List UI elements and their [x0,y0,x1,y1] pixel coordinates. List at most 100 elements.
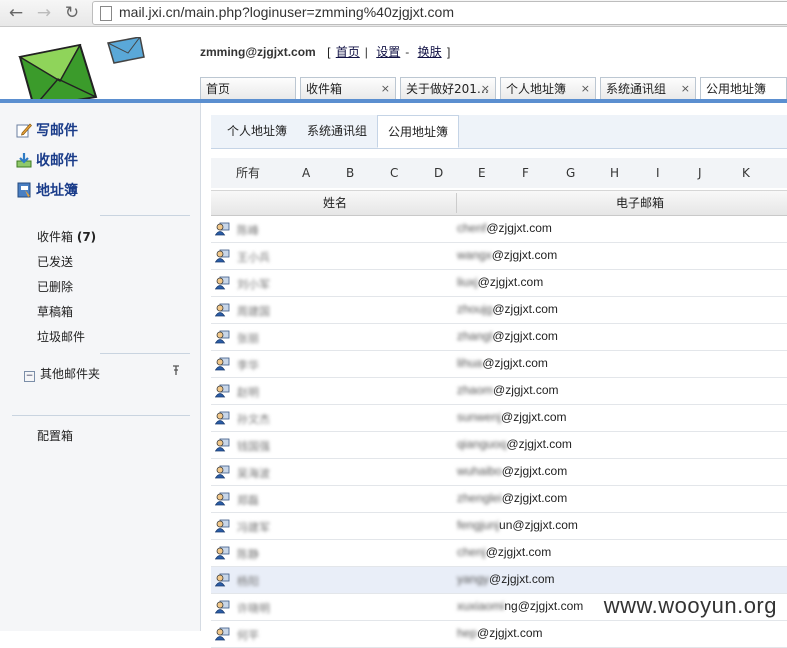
addressbook-button[interactable]: 地址簿 [16,181,78,201]
filter-e[interactable]: E [478,158,486,188]
table-row[interactable]: 王小兵 wangx@zjgjxt.com [211,243,787,270]
folder-deleted[interactable]: 已删除 [37,278,73,295]
filter-c[interactable]: C [390,158,398,188]
table-row[interactable]: 何平 hep@zjgjxt.com [211,621,787,648]
forward-icon[interactable]: → [34,3,54,23]
table-row[interactable]: 冯建军 fengjunjun@zjgjxt.com [211,513,787,540]
settings-link[interactable]: 设置 [376,45,400,59]
close-icon[interactable]: × [681,78,690,100]
contact-email[interactable]: zhoujg@zjgjxt.com [457,302,558,316]
subtab-public[interactable]: 公用地址簿 [377,115,460,148]
email-domain: @zjgjxt.com [493,383,559,397]
close-icon[interactable]: × [481,78,490,100]
filter-a[interactable]: A [302,158,310,188]
contact-email[interactable]: yangy@zjgjxt.com [457,572,555,586]
contact-email[interactable]: chenf@zjgjxt.com [457,221,552,235]
receive-button[interactable]: 收邮件 [16,151,78,171]
tab-system-groups[interactable]: 系统通讯组 × [600,77,696,99]
tab-public-addressbook[interactable]: 公用地址簿 [700,77,787,99]
contact-email[interactable]: xuxiaoming@zjgjxt.com [457,599,583,613]
tab-notice[interactable]: 关于做好201… × [400,77,496,99]
folder-inbox[interactable]: 收件箱 (7) [37,228,96,245]
contact-email[interactable]: zhangl@zjgjxt.com [457,329,558,343]
divider [100,215,190,216]
tab-label: 关于做好201… [406,82,489,96]
url-text: mail.jxi.cn/main.php?loginuser=zmming%40… [119,4,454,20]
page-icon [100,6,112,21]
user-icon [214,357,230,371]
close-icon[interactable]: × [381,78,390,100]
email-domain: un@zjgjxt.com [499,518,578,532]
contact-name: 刘小军 [237,278,270,291]
contact-email[interactable]: liuxj@zjgjxt.com [457,275,543,289]
contact-name: 郑磊 [237,494,259,507]
close-icon[interactable]: × [581,78,590,100]
table-row[interactable]: 张丽 zhangl@zjgjxt.com [211,324,787,351]
contact-email[interactable]: wangx@zjgjxt.com [457,248,557,262]
tab-home[interactable]: 首页 [200,77,296,99]
email-masked-part: chenf [457,221,487,235]
collapse-icon[interactable]: − [24,371,35,382]
filter-all[interactable]: 所有 [236,158,260,188]
contact-email[interactable]: zhenglei@zjgjxt.com [457,491,567,505]
table-row[interactable]: 陈静 chenj@zjgjxt.com [211,540,787,567]
table-row[interactable]: 钱国强 qianguoq@zjgjxt.com [211,432,787,459]
subtab-personal[interactable]: 个人地址簿 [217,115,297,148]
sidebar: 写邮件 收邮件 地址簿 收件箱 (7) 已发送 已删除 草稿箱 垃圾邮件 − 其他… [0,103,201,631]
filter-b[interactable]: B [346,158,354,188]
table-row[interactable]: 刘小军 liuxj@zjgjxt.com [211,270,787,297]
table-row[interactable]: 孙文杰 sunwenj@zjgjxt.com [211,405,787,432]
email-domain: @zjgjxt.com [489,572,555,586]
email-masked-part: qianguoq [457,437,507,451]
contact-email[interactable]: fengjunjun@zjgjxt.com [457,518,578,532]
filter-d[interactable]: D [434,158,443,188]
folder-config[interactable]: 配置箱 [37,427,73,444]
tab-personal-addressbook[interactable]: 个人地址簿 × [500,77,596,99]
address-bar[interactable]: mail.jxi.cn/main.php?loginuser=zmming%40… [92,1,787,25]
table-row[interactable]: 陈峰 chenf@zjgjxt.com [211,216,787,243]
user-icon [214,384,230,398]
tab-inbox[interactable]: 收件箱 × [300,77,396,99]
user-line: zmming@zjgjxt.com [ 首页 | 设置 - 换肤 ] [200,43,450,60]
table-row[interactable]: 李华 lihua@zjgjxt.com [211,351,787,378]
reload-icon[interactable]: ↻ [62,3,82,23]
back-icon[interactable]: ← [6,3,26,23]
column-name[interactable]: 姓名 [323,191,347,215]
filter-g[interactable]: G [566,158,575,188]
contact-email[interactable]: lihua@zjgjxt.com [457,356,548,370]
compose-button[interactable]: 写邮件 [16,121,78,141]
contact-email[interactable]: zhaom@zjgjxt.com [457,383,559,397]
table-row[interactable]: 吴海波 wuhaibo@zjgjxt.com [211,459,787,486]
email-masked-part: chenj [457,545,486,559]
pin-icon[interactable] [172,365,180,379]
filter-j[interactable]: J [698,158,702,188]
folder-sent[interactable]: 已发送 [37,253,73,270]
table-row[interactable]: 周建国 zhoujg@zjgjxt.com [211,297,787,324]
email-masked-part: zhangl [457,329,493,343]
home-link[interactable]: 首页 [336,45,360,59]
filter-i[interactable]: I [656,158,660,188]
contact-name: 杨阳 [237,575,259,588]
column-email[interactable]: 电子邮箱 [616,191,664,215]
table-row[interactable]: 杨阳 yangy@zjgjxt.com [211,567,787,594]
column-divider[interactable] [456,193,457,213]
filter-k[interactable]: K [742,158,750,188]
tab-label: 收件箱 [306,82,343,96]
table-row[interactable]: 郑磊 zhenglei@zjgjxt.com [211,486,787,513]
folder-spam[interactable]: 垃圾邮件 [37,328,85,345]
folder-label: 收件箱 [37,230,74,244]
contact-email[interactable]: qianguoq@zjgjxt.com [457,437,572,451]
filter-f[interactable]: F [522,158,529,188]
contact-email[interactable]: chenj@zjgjxt.com [457,545,551,559]
table-row[interactable]: 赵明 zhaom@zjgjxt.com [211,378,787,405]
skin-link[interactable]: 换肤 [418,45,442,59]
other-folders-toggle[interactable]: − 其他邮件夹 [24,365,100,382]
user-icon [214,492,230,506]
filter-h[interactable]: H [610,158,619,188]
contact-email[interactable]: sunwenj@zjgjxt.com [457,410,567,424]
subtab-system[interactable]: 系统通讯组 [297,115,377,148]
contact-email[interactable]: hep@zjgjxt.com [457,626,543,640]
email-masked-part: wuhaibo [457,464,502,478]
folder-drafts[interactable]: 草稿箱 [37,303,73,320]
contact-email[interactable]: wuhaibo@zjgjxt.com [457,464,567,478]
